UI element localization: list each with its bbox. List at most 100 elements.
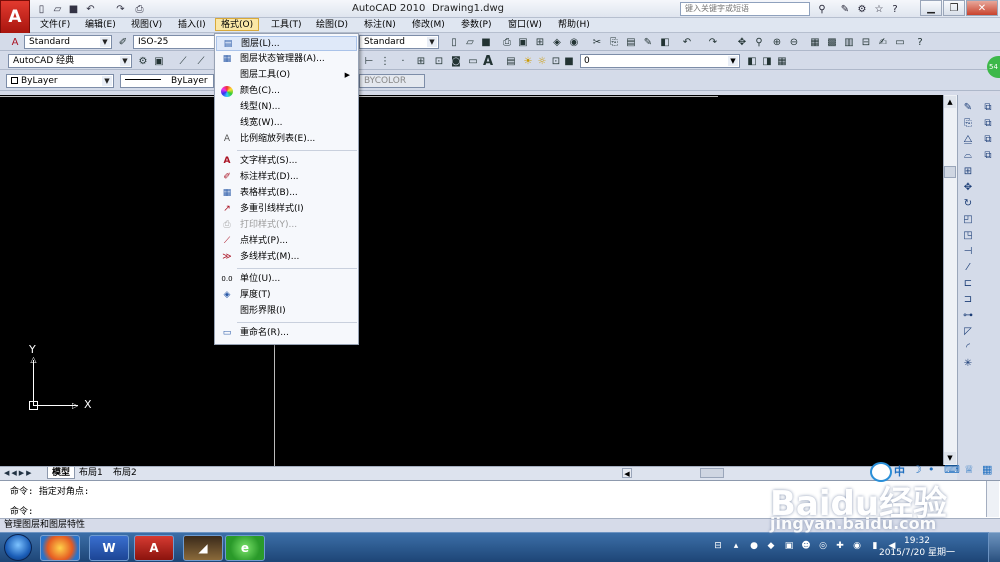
tray-app2-icon[interactable]: ◉ bbox=[851, 540, 863, 552]
block-editor-icon[interactable]: ◧ bbox=[658, 35, 672, 49]
drawing-canvas[interactable] bbox=[0, 95, 957, 466]
menu-dimension[interactable]: 标注(N) bbox=[359, 19, 401, 32]
etransmit-icon[interactable]: ◉ bbox=[567, 35, 581, 49]
sun-freeze-icon[interactable]: ☼ bbox=[535, 54, 549, 68]
zoom-window-icon[interactable]: ⊕ bbox=[770, 35, 784, 49]
menu-item-layer-state[interactable]: ▦ 图层状态管理器(A)... bbox=[216, 52, 357, 67]
layer-state-icon[interactable]: ▦ bbox=[775, 54, 789, 68]
command-prompt-line[interactable]: 命令: bbox=[10, 504, 33, 517]
plot-icon[interactable]: ⎙ bbox=[132, 2, 147, 16]
menu-draw[interactable]: 绘图(D) bbox=[311, 19, 353, 32]
help-icon[interactable]: ? bbox=[888, 2, 902, 16]
scale-icon[interactable]: ◰ bbox=[961, 212, 975, 226]
hscroll-thumb[interactable] bbox=[700, 468, 724, 478]
quickcalc-icon[interactable]: ▭ bbox=[893, 35, 907, 49]
redo-icon[interactable]: ↷ bbox=[113, 2, 128, 16]
menu-item-scale-list[interactable]: A 比例缩放列表(E)... bbox=[216, 132, 357, 147]
array-icon[interactable]: ⊞ bbox=[961, 164, 975, 178]
design-center-icon[interactable]: ▩ bbox=[825, 35, 839, 49]
save-icon[interactable]: ■ bbox=[66, 2, 81, 16]
tray-qq-icon[interactable]: ☻ bbox=[800, 540, 812, 552]
menu-window[interactable]: 窗口(W) bbox=[503, 19, 547, 32]
ime-skin-icon[interactable]: ♕ bbox=[964, 463, 974, 476]
dim-baseline-icon[interactable]: ⋮ bbox=[378, 54, 392, 68]
bring-above-icon[interactable]: ⧉ bbox=[981, 148, 995, 162]
menu-tools[interactable]: 工具(T) bbox=[266, 19, 307, 32]
dim-text-edit-icon[interactable]: ◙ bbox=[449, 54, 463, 68]
tray-chat-icon[interactable]: ◎ bbox=[817, 540, 829, 552]
menu-item-mleader-style[interactable]: ↗ 多重引线样式(I) bbox=[216, 202, 357, 217]
tab-layout1[interactable]: 布局1 bbox=[75, 467, 107, 479]
text-style-icon[interactable]: A bbox=[8, 35, 22, 49]
menu-item-mline-style[interactable]: ≫ 多线样式(M)... bbox=[216, 250, 357, 265]
menu-item-layer[interactable]: ▤ 图层(L)... bbox=[216, 36, 357, 51]
taskbar-app-360-icon[interactable] bbox=[40, 535, 80, 561]
tray-app-icon[interactable]: ● bbox=[748, 540, 760, 552]
ime-tools-icon[interactable]: ▦ bbox=[982, 463, 992, 476]
offset-icon[interactable]: ⌓ bbox=[961, 148, 975, 162]
tab-navigation-icon[interactable]: ◀◀▶▶ bbox=[4, 468, 44, 478]
help-icon[interactable]: ? bbox=[913, 35, 927, 49]
tool-palettes-icon[interactable]: ▥ bbox=[842, 35, 856, 49]
menu-item-drawing-limits[interactable]: 图形界限(I) bbox=[216, 304, 357, 319]
taskbar-clock[interactable]: 19:32 2015/7/20 星期一 bbox=[879, 535, 955, 559]
plot-icon[interactable]: ⎙ bbox=[500, 35, 514, 49]
break-at-point-icon[interactable]: ⊏ bbox=[961, 276, 975, 290]
text-style-combo[interactable]: Standard ▼ bbox=[24, 35, 112, 49]
menu-insert[interactable]: 插入(I) bbox=[173, 19, 211, 32]
center-mark-icon[interactable]: ⊞ bbox=[414, 54, 428, 68]
ime-punct-icon[interactable]: • bbox=[928, 463, 935, 476]
tab-model[interactable]: 模型 bbox=[47, 467, 76, 479]
copy-icon[interactable]: ⎘ bbox=[607, 35, 621, 49]
draw-order-icon[interactable]: ⧉ bbox=[981, 100, 995, 114]
plotstyle-combo[interactable]: BYCOLOR bbox=[359, 74, 425, 88]
menu-view[interactable]: 视图(V) bbox=[126, 19, 167, 32]
autocad-logo-button[interactable]: A bbox=[0, 0, 30, 34]
scroll-up-icon[interactable]: ▲ bbox=[944, 96, 956, 108]
favorites-icon[interactable]: ☆ bbox=[872, 2, 886, 16]
taskbar-word-icon[interactable]: W bbox=[89, 535, 129, 561]
cut-icon[interactable]: ✂ bbox=[590, 35, 604, 49]
undo-icon[interactable]: ↶ bbox=[680, 35, 694, 49]
properties-icon[interactable]: ▦ bbox=[808, 35, 822, 49]
hscroll-left-icon[interactable]: ◀ bbox=[622, 468, 632, 478]
markup-icon[interactable]: ✍ bbox=[876, 35, 890, 49]
minimize-button[interactable]: ▁ bbox=[920, 0, 942, 16]
menu-item-text-style[interactable]: A 文字样式(S)... bbox=[216, 154, 357, 169]
scroll-thumb[interactable] bbox=[944, 166, 956, 178]
table-style-combo[interactable]: Standard ▼ bbox=[359, 35, 439, 49]
layer-manager-icon[interactable]: ▤ bbox=[504, 54, 518, 68]
open-icon[interactable]: ▱ bbox=[463, 35, 477, 49]
zoom-realtime-icon[interactable]: ⚲ bbox=[752, 35, 766, 49]
text-tool-icon[interactable]: A bbox=[481, 54, 495, 69]
workspace-combo[interactable]: AutoCAD 经典 ▼ bbox=[8, 54, 132, 68]
tolerance-icon[interactable]: · bbox=[396, 54, 410, 68]
paste-icon[interactable]: ▤ bbox=[624, 35, 638, 49]
save-icon[interactable]: ■ bbox=[479, 35, 493, 49]
trim-icon[interactable]: ⊣ bbox=[961, 244, 975, 258]
dim-style-combo[interactable]: ISO-25 bbox=[133, 35, 215, 49]
menu-item-lineweight[interactable]: 线宽(W)... bbox=[216, 116, 357, 131]
layer-color-icon[interactable]: ■ bbox=[562, 54, 576, 68]
join-icon[interactable]: ⊶ bbox=[961, 308, 975, 322]
break-icon[interactable]: ⊐ bbox=[961, 292, 975, 306]
taskbar-app-icon[interactable]: ◢ bbox=[183, 535, 223, 561]
tray-shield-icon[interactable]: ◆ bbox=[765, 540, 777, 552]
dim-edit-icon[interactable]: ⊡ bbox=[432, 54, 446, 68]
dim-aligned-icon[interactable]: ⟋ bbox=[194, 54, 208, 68]
menu-item-dim-style[interactable]: ✐ 标注样式(D)... bbox=[216, 170, 357, 185]
menu-edit[interactable]: 编辑(E) bbox=[80, 19, 121, 32]
workspace-save-icon[interactable]: ▣ bbox=[152, 54, 166, 68]
menu-help[interactable]: 帮助(H) bbox=[553, 19, 595, 32]
dim-style-icon[interactable]: ✐ bbox=[116, 35, 130, 49]
communication-center-icon[interactable]: ⚙ bbox=[855, 2, 869, 16]
send-back-icon[interactable]: ⧉ bbox=[981, 132, 995, 146]
close-button[interactable]: ✕ bbox=[966, 0, 998, 16]
open-file-icon[interactable]: ▱ bbox=[50, 2, 65, 16]
rotate-icon[interactable]: ↻ bbox=[961, 196, 975, 210]
help-search-input[interactable]: 键入关键字或短语 bbox=[680, 2, 810, 16]
tab-layout2[interactable]: 布局2 bbox=[109, 467, 141, 479]
extend-icon[interactable]: ⁄ bbox=[961, 260, 975, 274]
menu-item-color[interactable]: 颜色(C)... bbox=[216, 84, 357, 99]
menu-item-thickness[interactable]: ◈ 厚度(T) bbox=[216, 288, 357, 303]
